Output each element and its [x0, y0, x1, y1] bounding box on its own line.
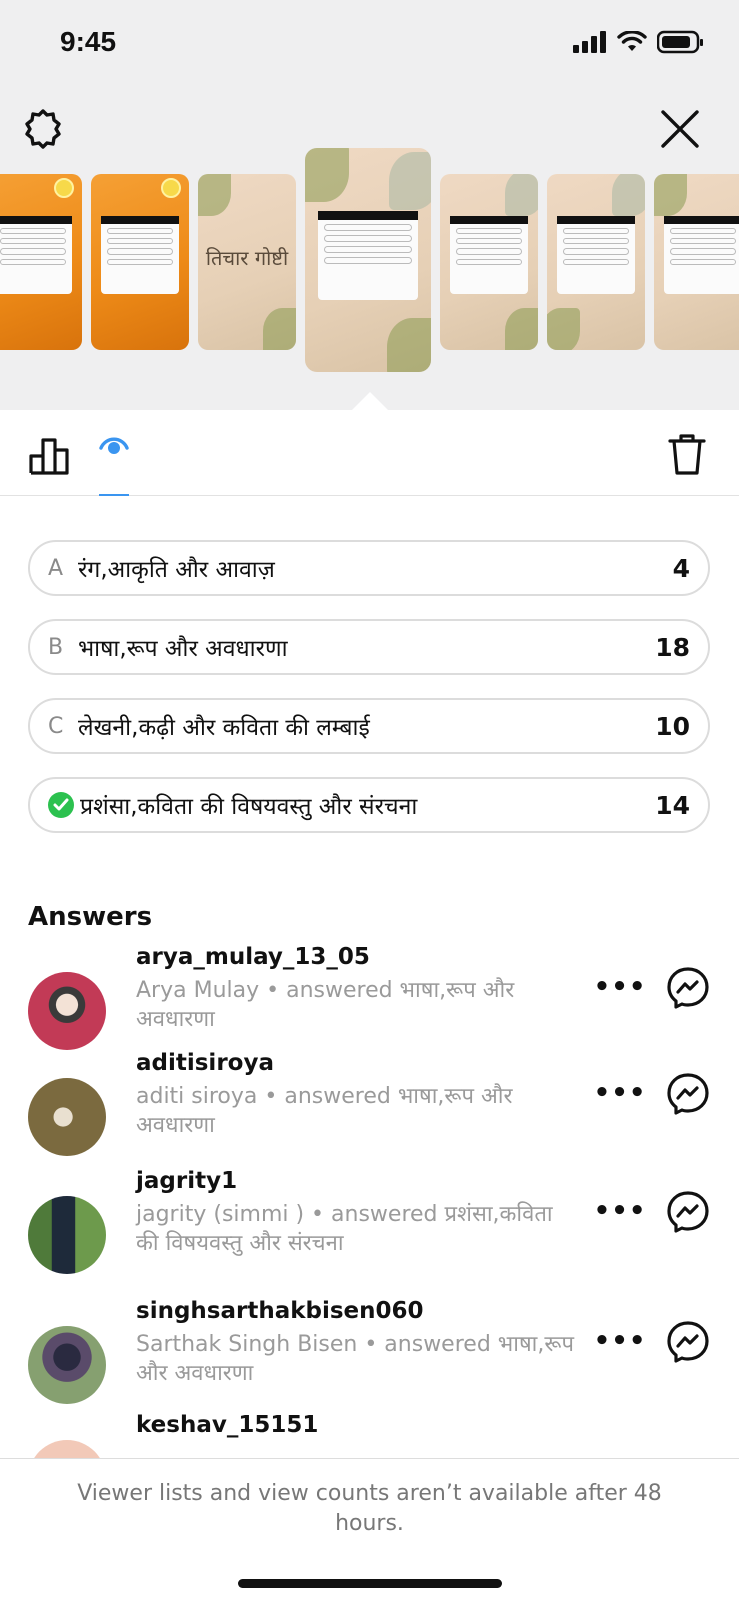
leaf-decoration: [611, 174, 645, 216]
active-tab-indicator: [99, 494, 129, 496]
story-thumbnail-active[interactable]: [305, 148, 431, 372]
battery-icon: [657, 30, 703, 54]
answer-subtitle: Arya Mulay • answered भाषा,रूप और अवधारण…: [136, 978, 515, 1032]
story-thumbnail-strip: तिचार गोष्टी: [0, 146, 739, 386]
leaf-decoration: [654, 174, 688, 216]
story-thumbnail[interactable]: [547, 174, 645, 350]
story-thumbnail[interactable]: [0, 174, 82, 350]
messenger-icon: [667, 1191, 709, 1233]
quiz-card: [100, 216, 180, 294]
story-thumbnail[interactable]: [654, 174, 739, 350]
more-options-button[interactable]: •••: [594, 1196, 646, 1226]
status-icons: [573, 30, 705, 54]
tab-viewers[interactable]: [96, 430, 132, 486]
quiz-card: [0, 216, 73, 294]
story-thumbnail[interactable]: [440, 174, 538, 350]
answer-subtitle: jagrity (simmi ) • answered प्रशंसा,कवित…: [136, 1202, 553, 1256]
gear-icon: [25, 109, 61, 149]
status-time: 9:45: [60, 26, 117, 57]
leaf-decoration: [262, 308, 296, 350]
option-text: लेखनी,कढ़ी और कविता की लम्बाई: [78, 715, 370, 741]
leaf-decoration: [388, 152, 431, 211]
wifi-icon: [617, 31, 647, 51]
insights-tab-bar: [0, 410, 739, 496]
quiz-options: A रंग,आकृति और आवाज़ 4 B भाषा,रूप और अवध…: [28, 540, 710, 856]
delete-story-button[interactable]: [665, 432, 709, 476]
correct-check-icon: [48, 792, 74, 818]
quiz-option-a[interactable]: A रंग,आकृति और आवाज़ 4: [28, 540, 710, 596]
status-bar: 9:45: [0, 0, 739, 90]
messenger-icon: [667, 1321, 709, 1363]
avatar[interactable]: [28, 1196, 106, 1274]
answer-username[interactable]: singhsarthakbisen060: [136, 1298, 424, 1324]
bulb-icon: [54, 178, 74, 198]
option-letter: C: [48, 713, 64, 739]
avatar[interactable]: [28, 972, 106, 1050]
viewer-expiry-footer: Viewer lists and view counts aren’t avai…: [0, 1458, 739, 1600]
leaf-decoration: [198, 174, 232, 216]
eye-icon: [99, 437, 129, 454]
active-story-pointer: [352, 392, 388, 410]
bulb-icon: [161, 178, 181, 198]
quiz-card: [556, 216, 636, 294]
send-message-button[interactable]: [666, 1320, 710, 1364]
tab-results[interactable]: [28, 432, 72, 476]
quiz-card: [449, 216, 529, 294]
more-options-button[interactable]: •••: [594, 1326, 646, 1356]
quiz-option-c[interactable]: C लेखनी,कढ़ी और कविता की लम्बाई 10: [28, 698, 710, 754]
more-options-button[interactable]: •••: [594, 972, 646, 1002]
story-thumbnail[interactable]: तिचार गोष्टी: [198, 174, 296, 350]
story-preview-area: 9:45 तिचार गोष्टी: [0, 0, 739, 410]
story-thumbnail[interactable]: [91, 174, 189, 350]
option-count: 14: [655, 790, 690, 820]
option-text: प्रशंसा,कविता की विषयवस्तु और संरचना: [80, 794, 418, 820]
story-title-text: तिचार गोष्टी: [205, 246, 289, 271]
leaf-decoration: [386, 317, 431, 372]
answer-username[interactable]: jagrity1: [136, 1168, 237, 1194]
bar-chart-icon: [29, 438, 69, 475]
answer-subtitle: aditi siroya • answered भाषा,रूप और अवधा…: [136, 1084, 513, 1138]
home-indicator[interactable]: [238, 1579, 502, 1588]
option-text: रंग,आकृति और आवाज़: [78, 557, 275, 583]
option-count: 4: [672, 553, 690, 583]
option-text: भाषा,रूप और अवधारणा: [78, 636, 288, 662]
close-icon: [661, 110, 699, 148]
quiz-card: [663, 216, 739, 294]
leaf-decoration: [305, 148, 350, 203]
leaf-decoration: [504, 174, 538, 216]
leaf-decoration: [547, 308, 581, 350]
send-message-button[interactable]: [666, 966, 710, 1010]
quiz-option-d-correct[interactable]: प्रशंसा,कविता की विषयवस्तु और संरचना 14: [28, 777, 710, 833]
leaf-decoration: [504, 308, 538, 350]
answer-username[interactable]: keshav_15151: [136, 1412, 318, 1438]
more-options-button[interactable]: •••: [594, 1078, 646, 1108]
avatar[interactable]: [28, 1326, 106, 1404]
quiz-card: [317, 210, 419, 301]
avatar[interactable]: [28, 1078, 106, 1156]
signal-icon: [573, 31, 606, 53]
answers-heading: Answers: [28, 902, 153, 932]
trash-icon: [668, 434, 706, 475]
answer-username[interactable]: aditisiroya: [136, 1050, 274, 1076]
send-message-button[interactable]: [666, 1190, 710, 1234]
quiz-option-b[interactable]: B भाषा,रूप और अवधारणा 18: [28, 619, 710, 675]
viewer-expiry-note: Viewer lists and view counts aren’t avai…: [77, 1481, 662, 1536]
messenger-icon: [667, 1073, 709, 1115]
messenger-icon: [667, 967, 709, 1009]
option-letter: B: [48, 634, 64, 660]
option-letter: A: [48, 555, 64, 581]
option-count: 10: [655, 711, 690, 741]
answer-username[interactable]: arya_mulay_13_05: [136, 944, 370, 970]
send-message-button[interactable]: [666, 1072, 710, 1116]
option-count: 18: [655, 632, 690, 662]
answer-subtitle: Sarthak Singh Bisen • answered भाषा,रूप …: [136, 1332, 574, 1386]
